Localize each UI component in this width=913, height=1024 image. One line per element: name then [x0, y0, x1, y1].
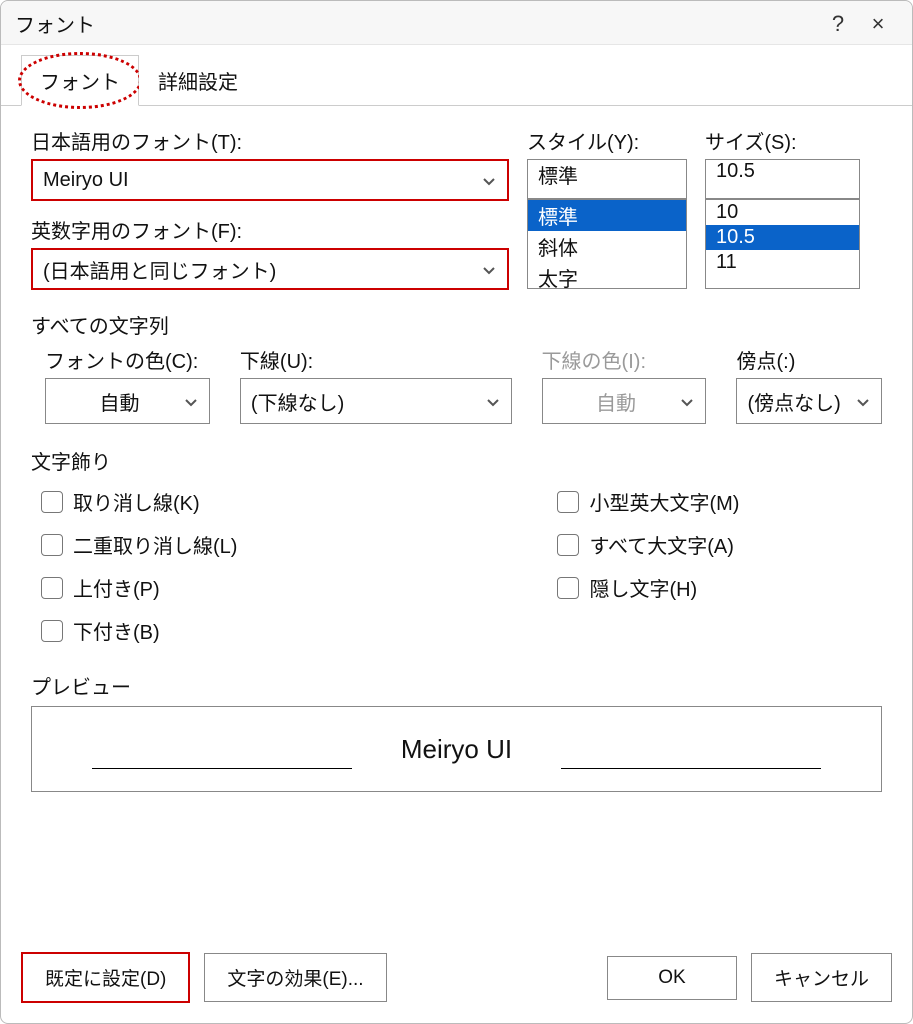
style-option[interactable]: 標準 [528, 200, 686, 231]
help-button[interactable]: ? [818, 11, 858, 37]
font-dialog: フォント ? × フォント 詳細設定 日本語用のフォント(T): Meiryo … [0, 0, 913, 1024]
checkbox-icon [557, 577, 579, 599]
chevron-down-icon [183, 393, 199, 409]
style-option[interactable]: 太字 [528, 262, 686, 289]
preview-underline-left [92, 768, 352, 769]
superscript-checkbox[interactable]: 上付き(P) [41, 573, 237, 602]
jp-font-combo[interactable]: Meiryo UI [31, 159, 509, 201]
emphasis-value: (傍点なし) [747, 387, 855, 416]
all-text-label: すべての文字列 [31, 310, 882, 339]
titlebar: フォント ? × [1, 1, 912, 45]
preview-label: プレビュー [31, 671, 882, 700]
style-input[interactable]: 標準 [527, 159, 687, 199]
chevron-down-icon [679, 393, 695, 409]
preview-text: Meiryo UI [401, 734, 512, 765]
preview-box: Meiryo UI [31, 706, 882, 792]
underline-color-value: 自動 [553, 387, 680, 416]
checkbox-icon [41, 534, 63, 556]
checkbox-icon [41, 577, 63, 599]
tab-font[interactable]: フォント [21, 55, 139, 106]
checkbox-icon [557, 491, 579, 513]
strikethrough-label: 取り消し線(K) [73, 487, 200, 516]
hidden-label: 隠し文字(H) [589, 573, 697, 602]
chevron-down-icon [855, 393, 871, 409]
style-label: スタイル(Y): [527, 126, 687, 155]
effects-label: 文字飾り [31, 446, 882, 475]
window-title: フォント [15, 9, 818, 38]
all-caps-checkbox[interactable]: すべて大文字(A) [557, 530, 739, 559]
underline-value: (下線なし) [251, 387, 485, 416]
tab-strip: フォント 詳細設定 [1, 45, 912, 106]
size-option[interactable]: 10.5 [706, 225, 859, 250]
jp-font-label: 日本語用のフォント(T): [31, 126, 509, 155]
size-option[interactable]: 10 [706, 200, 859, 225]
font-color-value: 自動 [56, 387, 183, 416]
tab-font-label: フォント [40, 72, 120, 94]
small-caps-label: 小型英大文字(M) [589, 487, 739, 516]
all-caps-label: すべて大文字(A) [589, 530, 733, 559]
cancel-button[interactable]: キャンセル [751, 953, 892, 1002]
latin-font-label: 英数字用のフォント(F): [31, 215, 509, 244]
superscript-label: 上付き(P) [73, 573, 160, 602]
size-input[interactable]: 10.5 [705, 159, 860, 199]
double-strike-checkbox[interactable]: 二重取り消し線(L) [41, 530, 237, 559]
dialog-footer: 既定に設定(D) 文字の効果(E)... OK キャンセル [1, 940, 912, 1023]
checkbox-icon [41, 620, 63, 642]
double-strike-label: 二重取り消し線(L) [73, 530, 237, 559]
emphasis-combo[interactable]: (傍点なし) [736, 378, 882, 424]
close-button[interactable]: × [858, 11, 898, 37]
tab-advanced-label: 詳細設定 [158, 72, 238, 94]
strikethrough-checkbox[interactable]: 取り消し線(K) [41, 487, 237, 516]
latin-font-combo[interactable]: (日本語用と同じフォント) [31, 248, 509, 290]
size-label: サイズ(S): [705, 126, 860, 155]
style-option[interactable]: 斜体 [528, 231, 686, 262]
checkbox-icon [41, 491, 63, 513]
size-option[interactable]: 11 [706, 250, 859, 275]
ok-button[interactable]: OK [607, 956, 737, 1000]
subscript-checkbox[interactable]: 下付き(B) [41, 616, 237, 645]
chevron-down-icon [481, 172, 497, 188]
underline-combo[interactable]: (下線なし) [240, 378, 512, 424]
underline-color-combo[interactable]: 自動 [542, 378, 707, 424]
dialog-body: 日本語用のフォント(T): Meiryo UI 英数字用のフォント(F): (日… [1, 106, 912, 940]
emphasis-label: 傍点(:) [736, 345, 882, 374]
hidden-checkbox[interactable]: 隠し文字(H) [557, 573, 739, 602]
jp-font-value: Meiryo UI [43, 169, 481, 192]
chevron-down-icon [481, 261, 497, 277]
underline-label: 下線(U): [240, 345, 512, 374]
size-listbox[interactable]: 1010.511 [705, 199, 860, 289]
style-listbox[interactable]: 標準斜体太字 [527, 199, 687, 289]
latin-font-value: (日本語用と同じフォント) [43, 255, 481, 284]
checkbox-icon [557, 534, 579, 556]
small-caps-checkbox[interactable]: 小型英大文字(M) [557, 487, 739, 516]
set-default-button[interactable]: 既定に設定(D) [21, 952, 190, 1003]
preview-underline-right [561, 768, 821, 769]
font-color-label: フォントの色(C): [45, 345, 210, 374]
chevron-down-icon [485, 393, 501, 409]
subscript-label: 下付き(B) [73, 616, 160, 645]
text-effects-button[interactable]: 文字の効果(E)... [204, 953, 386, 1002]
font-color-combo[interactable]: 自動 [45, 378, 210, 424]
underline-color-label: 下線の色(I): [542, 345, 707, 374]
tab-advanced[interactable]: 詳細設定 [139, 55, 257, 105]
